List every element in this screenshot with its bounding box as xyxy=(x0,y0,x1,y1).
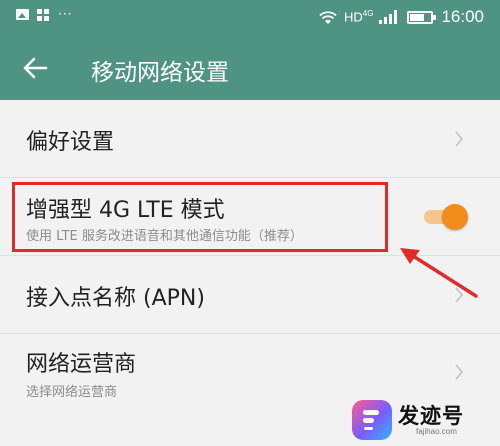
list-item-enhanced-4g-lte[interactable]: 增强型 4G LTE 模式 使用 LTE 服务改进语音和其他通信功能（推荐） xyxy=(0,178,500,256)
more-notifications-icon: ··· xyxy=(58,7,73,21)
chevron-right-icon xyxy=(455,131,464,147)
watermark: 发迹号 fajihao.com xyxy=(352,396,494,442)
list-item-subtitle: 使用 LTE 服务改进语音和其他通信功能（推荐） xyxy=(26,229,303,244)
list-item-apn[interactable]: 接入点名称 (APN) xyxy=(0,256,500,334)
signal-strength-icon xyxy=(379,10,398,24)
list-item-subtitle: 选择网络运营商 xyxy=(26,385,118,400)
chevron-right-icon xyxy=(455,287,464,303)
list-item-title: 接入点名称 (APN) xyxy=(26,286,205,311)
page-title: 移动网络设置 xyxy=(91,60,229,86)
app-bar: 移动网络设置 xyxy=(0,36,500,100)
status-bar: ··· HD4G 16:00 xyxy=(0,0,500,36)
wifi-icon xyxy=(319,11,337,24)
system-status: HD4G 16:00 xyxy=(318,7,484,27)
list-item-title: 增强型 4G LTE 模式 xyxy=(26,198,225,223)
list-item-title: 网络运营商 xyxy=(26,352,137,377)
list-item-preferences[interactable]: 偏好设置 xyxy=(0,100,500,178)
arrow-left-icon[interactable] xyxy=(22,56,48,80)
watermark-url: fajihao.com xyxy=(416,427,457,436)
watermark-logo-icon xyxy=(352,400,392,440)
chevron-right-icon xyxy=(455,364,464,380)
toggle-knob xyxy=(442,204,468,230)
notification-icons: ··· xyxy=(16,7,73,21)
watermark-text: 发迹号 xyxy=(398,404,464,428)
image-notification-icon xyxy=(16,9,29,20)
battery-icon xyxy=(407,10,437,24)
clock: 16:00 xyxy=(441,7,484,26)
apps-notification-icon xyxy=(37,9,50,21)
network-type-label: HD4G xyxy=(344,9,374,25)
list-item-title: 偏好设置 xyxy=(26,130,115,155)
enhanced-lte-toggle[interactable] xyxy=(422,202,468,232)
settings-list: 偏好设置 增强型 4G LTE 模式 使用 LTE 服务改进语音和其他通信功能（… xyxy=(0,100,500,412)
